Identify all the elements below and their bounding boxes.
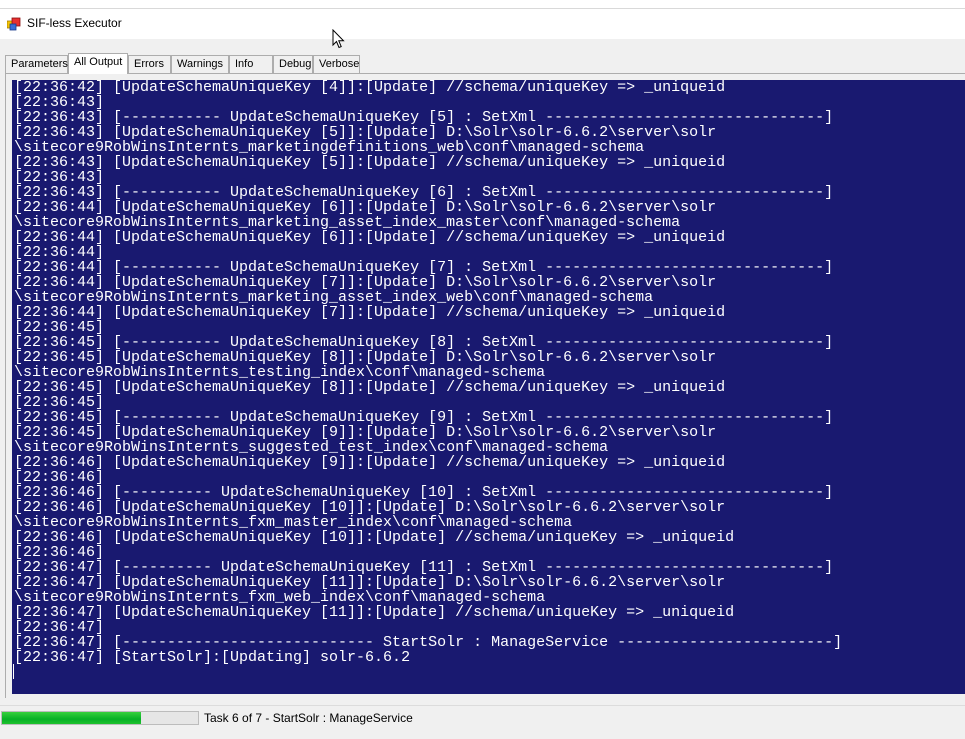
status-text: Task 6 of 7 - StartSolr : ManageService (204, 711, 413, 725)
console-line: [22:36:43] [UpdateSchemaUniqueKey [5]]:[… (14, 124, 717, 141)
tab-verbose[interactable]: Verbose (313, 55, 360, 73)
console-line: [22:36:47] [----------------------------… (14, 634, 843, 651)
console-line: [22:36:45] [UpdateSchemaUniqueKey [8]]:[… (14, 379, 726, 396)
console-line: [22:36:46] [UpdateSchemaUniqueKey [10]]:… (14, 529, 735, 546)
console-line: [22:36:47] (14, 619, 105, 636)
progress-bar (1, 711, 199, 725)
console-line: \sitecore9RobWinsInternts_fxm_web_index\… (14, 589, 546, 606)
text-caret (13, 664, 14, 679)
console-line: [22:36:46] (14, 469, 105, 486)
console-line: \sitecore9RobWinsInternts_fxm_master_ind… (14, 514, 573, 531)
console-line: [22:36:44] [UpdateSchemaUniqueKey [6]]:[… (14, 229, 726, 246)
tab-info[interactable]: Info (229, 55, 273, 73)
console-line: [22:36:47] [UpdateSchemaUniqueKey [11]]:… (14, 604, 735, 621)
mouse-cursor-icon (332, 29, 345, 49)
progress-bar-fill (2, 712, 142, 724)
console-line: [22:36:44] (14, 244, 105, 261)
application-icon (7, 17, 21, 31)
console-line: [22:36:45] [----------- UpdateSchemaUniq… (14, 409, 834, 426)
console-line: \sitecore9RobWinsInternts_suggested_test… (14, 439, 609, 456)
console-line: [22:36:45] [UpdateSchemaUniqueKey [8]]:[… (14, 349, 717, 366)
status-bar: Task 6 of 7 - StartSolr : ManageService (0, 705, 965, 739)
console-line: \sitecore9RobWinsInternts_marketing_asse… (14, 214, 681, 231)
console-line: [22:36:45] (14, 394, 105, 411)
console-line: [22:36:46] [---------- UpdateSchemaUniqu… (14, 484, 834, 501)
console-line: \sitecore9RobWinsInternts_marketingdefin… (14, 139, 645, 156)
title-bar: SIF-less Executor (0, 8, 965, 39)
tab-parameters[interactable]: Parameters (5, 55, 68, 73)
tab-warnings[interactable]: Warnings (171, 55, 229, 73)
console-output: [22:36:42] [UpdateSchemaUniqueKey [4]]:[… (14, 80, 842, 665)
console-line: [22:36:43] [----------- UpdateSchemaUniq… (14, 184, 834, 201)
tab-errors[interactable]: Errors (128, 55, 171, 73)
console-line: [22:36:45] [----------- UpdateSchemaUniq… (14, 334, 834, 351)
console-line: [22:36:43] (14, 94, 105, 111)
console-line: [22:36:46] (14, 544, 105, 561)
tab-all-output[interactable]: All Output (68, 53, 128, 74)
console-line: [22:36:43] [UpdateSchemaUniqueKey [5]]:[… (14, 154, 726, 171)
console-line: \sitecore9RobWinsInternts_testing_index\… (14, 364, 546, 381)
console-line: [22:36:47] [---------- UpdateSchemaUniqu… (14, 559, 834, 576)
tab-debug[interactable]: Debug (273, 55, 313, 73)
console-line: [22:36:42] [UpdateSchemaUniqueKey [4]]:[… (14, 80, 726, 96)
console-line: [22:36:47] [UpdateSchemaUniqueKey [11]]:… (14, 574, 726, 591)
console-line: [22:36:46] [UpdateSchemaUniqueKey [9]]:[… (14, 454, 726, 471)
window-title: SIF-less Executor (27, 16, 122, 30)
output-console[interactable]: [22:36:42] [UpdateSchemaUniqueKey [4]]:[… (12, 80, 965, 694)
console-line: [22:36:47] [StartSolr]:[Updating] solr-6… (14, 649, 411, 666)
console-line: [22:36:45] (14, 319, 105, 336)
console-line: [22:36:44] [UpdateSchemaUniqueKey [7]]:[… (14, 304, 726, 321)
console-line: [22:36:44] [UpdateSchemaUniqueKey [7]]:[… (14, 274, 717, 291)
console-line: [22:36:44] [UpdateSchemaUniqueKey [6]]:[… (14, 199, 717, 216)
console-line: [22:36:46] [UpdateSchemaUniqueKey [10]]:… (14, 499, 726, 516)
console-line: [22:36:45] [UpdateSchemaUniqueKey [9]]:[… (14, 424, 717, 441)
console-line: [22:36:43] [----------- UpdateSchemaUniq… (14, 109, 834, 126)
console-line: [22:36:43] (14, 169, 105, 186)
top-strip (0, 0, 965, 8)
console-line: \sitecore9RobWinsInternts_marketing_asse… (14, 289, 654, 306)
console-line: [22:36:44] [----------- UpdateSchemaUniq… (14, 259, 834, 276)
